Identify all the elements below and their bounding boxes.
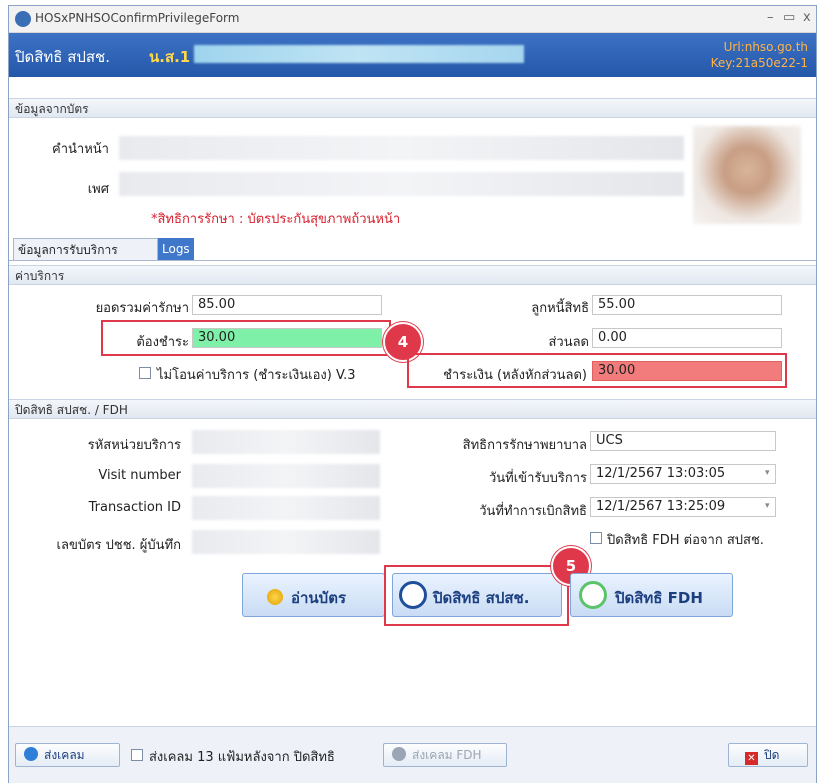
patient-name-redacted: [194, 45, 524, 63]
window-title: HOSxPNHSOConfirmPrivilegeForm: [35, 11, 240, 25]
debtor-label: ลูกหนี้สิทธิ: [531, 301, 589, 316]
card-section-header: ข้อมูลจากบัตร: [9, 98, 816, 118]
fdh-after-checkbox[interactable]: [590, 532, 602, 544]
close-form-label: ปิด: [764, 748, 780, 762]
debtor-field[interactable]: 55.00: [592, 295, 782, 315]
chevron-down-icon[interactable]: ▾: [765, 501, 770, 511]
header-title: ปิดสิทธิ สปสช.: [15, 48, 111, 66]
total-field[interactable]: 85.00: [192, 295, 382, 315]
window-titlebar: HOSxPNHSOConfirmPrivilegeForm – ▭ x: [9, 6, 816, 33]
nhso-url: Url:nhso.go.th: [723, 40, 808, 54]
close-icon: ✕: [745, 752, 758, 765]
patient-photo: [693, 126, 801, 224]
send-icon: [392, 747, 406, 761]
read-card-label: อ่านบัตร: [291, 589, 347, 607]
sex-label: เพศ: [87, 182, 109, 197]
form-header: ปิดสิทธิ สปสช. น.ส.1 Url:nhso.go.th Key:…: [9, 33, 816, 77]
prefix-field: [119, 136, 684, 160]
no-transfer-checkbox[interactable]: [139, 367, 151, 379]
close-fdh-button[interactable]: ปิดสิทธิ FDH: [570, 573, 733, 617]
tab-logs[interactable]: Logs: [158, 238, 194, 260]
right-field[interactable]: UCS: [590, 431, 776, 451]
visit-number-field: [192, 464, 380, 488]
nhso-info: Url:nhso.go.th Key:21a50e22-1: [711, 39, 808, 71]
confirm-privilege-window: HOSxPNHSOConfirmPrivilegeForm – ▭ x ปิดส…: [8, 5, 817, 783]
fdh-after-label: ปิดสิทธิ FDH ต่อจาก สปสช.: [607, 533, 764, 548]
recorder-id-field: [192, 530, 380, 554]
callout-4-box: [101, 320, 391, 356]
nhso-key: Key:21a50e22-1: [710, 56, 808, 70]
discount-label: ส่วนลด: [548, 335, 589, 350]
rights-text: *สิทธิการรักษา : บัตรประกันสุขภาพถ้วนหน้…: [151, 212, 401, 227]
card-chip-icon: [267, 589, 283, 605]
check-circle-icon: [579, 581, 607, 609]
no-transfer-label: ไม่โอนค่าบริการ (ชำระเงินเอง) V.3: [157, 368, 356, 383]
close-fdh-label: ปิดสิทธิ FDH: [615, 589, 703, 607]
callout-paid-box: [407, 353, 787, 388]
chevron-down-icon[interactable]: ▾: [765, 468, 770, 478]
send-fdh-label: ส่งเคลม FDH: [412, 748, 482, 762]
close-form-button[interactable]: ✕ ปิด: [728, 743, 808, 767]
recorder-id-label: เลขบัตร ปชช. ผู้บันทึก: [56, 538, 181, 553]
close-section-header: ปิดสิทธิ สปสช. / FDH: [9, 399, 816, 419]
claim-date-label: วันที่ทำการเบิกสิทธิ: [479, 504, 587, 519]
prefix-label: คำนำหน้า: [52, 142, 109, 157]
tab-divider: [9, 260, 816, 261]
form-footer: ส่งเคลม ส่งเคลม 13 แฟ้มหลังจาก ปิดสิทธิ …: [9, 726, 816, 783]
send-13-checkbox[interactable]: [131, 749, 143, 761]
discount-field[interactable]: 0.00: [592, 328, 782, 348]
send-13-label: ส่งเคลม 13 แฟ้มหลังจาก ปิดสิทธิ: [149, 750, 335, 765]
close-window-button[interactable]: x: [803, 10, 811, 25]
sex-field: [119, 172, 684, 196]
service-date-label: วันที่เข้ารับบริการ: [488, 471, 587, 486]
maximize-button[interactable]: ▭: [783, 10, 795, 25]
send-icon: [24, 747, 38, 761]
read-card-button[interactable]: อ่านบัตร: [242, 573, 385, 617]
app-icon: [15, 11, 31, 27]
minimize-button[interactable]: –: [767, 10, 774, 25]
unit-code-field: [192, 430, 380, 454]
charges-section-header: ค่าบริการ: [9, 265, 816, 285]
send-claim-button[interactable]: ส่งเคลม: [15, 743, 120, 767]
transaction-id-field: [192, 496, 380, 520]
service-date-picker[interactable]: 12/1/2567 13:03:05: [590, 464, 776, 484]
claim-date-picker[interactable]: 12/1/2567 13:25:09: [590, 497, 776, 517]
tab-service-info[interactable]: ข้อมูลการรับบริการ: [13, 238, 158, 260]
transaction-id-label: Transaction ID: [88, 500, 181, 515]
callout-5-box: [384, 565, 569, 626]
unit-code-label: รหัสหน่วยบริการ: [87, 438, 181, 453]
send-claim-label: ส่งเคลม: [44, 748, 85, 762]
visit-number-label: Visit number: [98, 468, 181, 483]
right-label: สิทธิการรักษาพยาบาล: [462, 438, 587, 453]
send-fdh-button[interactable]: ส่งเคลม FDH: [383, 743, 507, 767]
patient-name: น.ส.1: [149, 48, 191, 66]
total-label: ยอดรวมค่ารักษา: [95, 301, 189, 316]
